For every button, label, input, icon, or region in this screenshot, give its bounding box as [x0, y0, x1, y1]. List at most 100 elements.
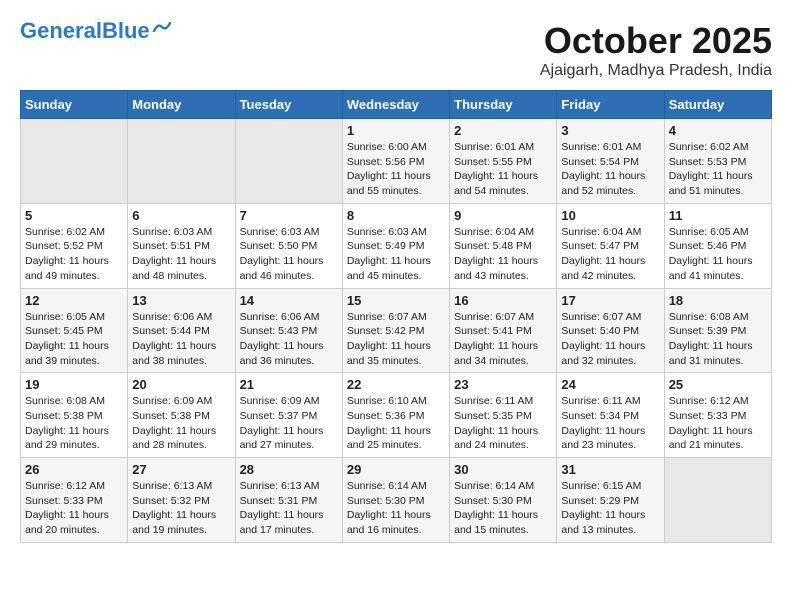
- cell-content: Sunrise: 6:03 AMSunset: 5:50 PMDaylight:…: [240, 225, 338, 284]
- cell-content: Sunrise: 6:10 AMSunset: 5:36 PMDaylight:…: [347, 394, 445, 453]
- cell-content: Sunrise: 6:14 AMSunset: 5:30 PMDaylight:…: [454, 479, 552, 538]
- calendar-cell: 27 Sunrise: 6:13 AMSunset: 5:32 PMDayligh…: [128, 458, 235, 543]
- cell-content: Sunrise: 6:03 AMSunset: 5:51 PMDaylight:…: [132, 225, 230, 284]
- day-number: 17: [561, 293, 659, 308]
- cell-content: Sunrise: 6:06 AMSunset: 5:43 PMDaylight:…: [240, 310, 338, 369]
- day-number: 26: [25, 462, 123, 477]
- day-number: 1: [347, 123, 445, 138]
- cell-content: Sunrise: 6:01 AMSunset: 5:55 PMDaylight:…: [454, 140, 552, 199]
- weekday-header: Friday: [557, 91, 664, 119]
- cell-content: Sunrise: 6:07 AMSunset: 5:41 PMDaylight:…: [454, 310, 552, 369]
- cell-content: Sunrise: 6:04 AMSunset: 5:47 PMDaylight:…: [561, 225, 659, 284]
- cell-content: Sunrise: 6:09 AMSunset: 5:37 PMDaylight:…: [240, 394, 338, 453]
- calendar-cell: [21, 119, 128, 204]
- day-number: 27: [132, 462, 230, 477]
- day-number: 23: [454, 377, 552, 392]
- calendar-cell: 18Sunrise: 6:08 AMSunset: 5:39 PMDayligh…: [664, 288, 771, 373]
- calendar-cell: 31Sunrise: 6:15 AMSunset: 5:29 PMDayligh…: [557, 458, 664, 543]
- day-number: 11: [669, 208, 767, 223]
- cell-content: Sunrise: 6:01 AMSunset: 5:54 PMDaylight:…: [561, 140, 659, 199]
- month-title: October 2025: [540, 20, 772, 62]
- weekday-header: Sunday: [21, 91, 128, 119]
- cell-content: Sunrise: 6:05 AMSunset: 5:46 PMDaylight:…: [669, 225, 767, 284]
- calendar-cell: 16Sunrise: 6:07 AMSunset: 5:41 PMDayligh…: [450, 288, 557, 373]
- weekday-row: SundayMondayTuesdayWednesdayThursdayFrid…: [21, 91, 772, 119]
- day-number: 29: [347, 462, 445, 477]
- calendar-week-row: 5 Sunrise: 6:02 AMSunset: 5:52 PMDaylight…: [21, 203, 772, 288]
- cell-content: Sunrise: 6:04 AMSunset: 5:48 PMDaylight:…: [454, 225, 552, 284]
- calendar-table: SundayMondayTuesdayWednesdayThursdayFrid…: [20, 90, 772, 543]
- logo-wave-icon: [152, 19, 174, 35]
- calendar-cell: 28 Sunrise: 6:13 AMSunset: 5:31 PMDayligh…: [235, 458, 342, 543]
- page-header: GeneralBlue October 2025 Ajaigarh, Madhy…: [20, 20, 772, 80]
- cell-content: Sunrise: 6:13 AMSunset: 5:31 PMDaylight:…: [240, 479, 338, 538]
- cell-content: Sunrise: 6:11 AMSunset: 5:34 PMDaylight:…: [561, 394, 659, 453]
- day-number: 28: [240, 462, 338, 477]
- cell-content: Sunrise: 6:14 AMSunset: 5:30 PMDaylight:…: [347, 479, 445, 538]
- calendar-week-row: 19 Sunrise: 6:08 AMSunset: 5:38 PMDayligh…: [21, 373, 772, 458]
- calendar-cell: [128, 119, 235, 204]
- calendar-header: SundayMondayTuesdayWednesdayThursdayFrid…: [21, 91, 772, 119]
- day-number: 6: [132, 208, 230, 223]
- cell-content: Sunrise: 6:09 AMSunset: 5:38 PMDaylight:…: [132, 394, 230, 453]
- logo-blue: Blue: [102, 18, 150, 43]
- logo-text: GeneralBlue: [20, 20, 150, 42]
- calendar-week-row: 12Sunrise: 6:05 AMSunset: 5:45 PMDayligh…: [21, 288, 772, 373]
- calendar-cell: 17 Sunrise: 6:07 AMSunset: 5:40 PMDayligh…: [557, 288, 664, 373]
- cell-content: Sunrise: 6:13 AMSunset: 5:32 PMDaylight:…: [132, 479, 230, 538]
- calendar-cell: 11 Sunrise: 6:05 AMSunset: 5:46 PMDayligh…: [664, 203, 771, 288]
- day-number: 10: [561, 208, 659, 223]
- day-number: 13: [132, 293, 230, 308]
- calendar-cell: 26 Sunrise: 6:12 AMSunset: 5:33 PMDayligh…: [21, 458, 128, 543]
- calendar-cell: 14 Sunrise: 6:06 AMSunset: 5:43 PMDayligh…: [235, 288, 342, 373]
- cell-content: Sunrise: 6:07 AMSunset: 5:40 PMDaylight:…: [561, 310, 659, 369]
- weekday-header: Tuesday: [235, 91, 342, 119]
- day-number: 5: [25, 208, 123, 223]
- calendar-cell: 19 Sunrise: 6:08 AMSunset: 5:38 PMDayligh…: [21, 373, 128, 458]
- day-number: 25: [669, 377, 767, 392]
- cell-content: Sunrise: 6:03 AMSunset: 5:49 PMDaylight:…: [347, 225, 445, 284]
- day-number: 8: [347, 208, 445, 223]
- day-number: 24: [561, 377, 659, 392]
- cell-content: Sunrise: 6:07 AMSunset: 5:42 PMDaylight:…: [347, 310, 445, 369]
- day-number: 21: [240, 377, 338, 392]
- day-number: 3: [561, 123, 659, 138]
- logo-general: General: [20, 18, 102, 43]
- calendar-body: 1Sunrise: 6:00 AMSunset: 5:56 PMDaylight…: [21, 119, 772, 543]
- day-number: 18: [669, 293, 767, 308]
- cell-content: Sunrise: 6:08 AMSunset: 5:38 PMDaylight:…: [25, 394, 123, 453]
- calendar-cell: 30 Sunrise: 6:14 AMSunset: 5:30 PMDayligh…: [450, 458, 557, 543]
- calendar-cell: 20 Sunrise: 6:09 AMSunset: 5:38 PMDayligh…: [128, 373, 235, 458]
- calendar-cell: 12Sunrise: 6:05 AMSunset: 5:45 PMDayligh…: [21, 288, 128, 373]
- day-number: 4: [669, 123, 767, 138]
- day-number: 9: [454, 208, 552, 223]
- calendar-cell: 25 Sunrise: 6:12 AMSunset: 5:33 PMDayligh…: [664, 373, 771, 458]
- calendar-cell: 13 Sunrise: 6:06 AMSunset: 5:44 PMDayligh…: [128, 288, 235, 373]
- day-number: 14: [240, 293, 338, 308]
- cell-content: Sunrise: 6:12 AMSunset: 5:33 PMDaylight:…: [669, 394, 767, 453]
- weekday-header: Wednesday: [342, 91, 449, 119]
- cell-content: Sunrise: 6:06 AMSunset: 5:44 PMDaylight:…: [132, 310, 230, 369]
- weekday-header: Saturday: [664, 91, 771, 119]
- cell-content: Sunrise: 6:12 AMSunset: 5:33 PMDaylight:…: [25, 479, 123, 538]
- calendar-cell: 21 Sunrise: 6:09 AMSunset: 5:37 PMDayligh…: [235, 373, 342, 458]
- cell-content: Sunrise: 6:05 AMSunset: 5:45 PMDaylight:…: [25, 310, 123, 369]
- calendar-cell: 22Sunrise: 6:10 AMSunset: 5:36 PMDayligh…: [342, 373, 449, 458]
- day-number: 19: [25, 377, 123, 392]
- cell-content: Sunrise: 6:02 AMSunset: 5:53 PMDaylight:…: [669, 140, 767, 199]
- day-number: 20: [132, 377, 230, 392]
- calendar-cell: 2 Sunrise: 6:01 AMSunset: 5:55 PMDaylight…: [450, 119, 557, 204]
- calendar-cell: 10 Sunrise: 6:04 AMSunset: 5:47 PMDayligh…: [557, 203, 664, 288]
- location: Ajaigarh, Madhya Pradesh, India: [540, 62, 772, 80]
- cell-content: Sunrise: 6:02 AMSunset: 5:52 PMDaylight:…: [25, 225, 123, 284]
- calendar-cell: 24 Sunrise: 6:11 AMSunset: 5:34 PMDayligh…: [557, 373, 664, 458]
- calendar-cell: [235, 119, 342, 204]
- day-number: 15: [347, 293, 445, 308]
- weekday-header: Thursday: [450, 91, 557, 119]
- calendar-cell: [664, 458, 771, 543]
- day-number: 2: [454, 123, 552, 138]
- calendar-week-row: 26 Sunrise: 6:12 AMSunset: 5:33 PMDayligh…: [21, 458, 772, 543]
- weekday-header: Monday: [128, 91, 235, 119]
- day-number: 30: [454, 462, 552, 477]
- logo: GeneralBlue: [20, 20, 174, 42]
